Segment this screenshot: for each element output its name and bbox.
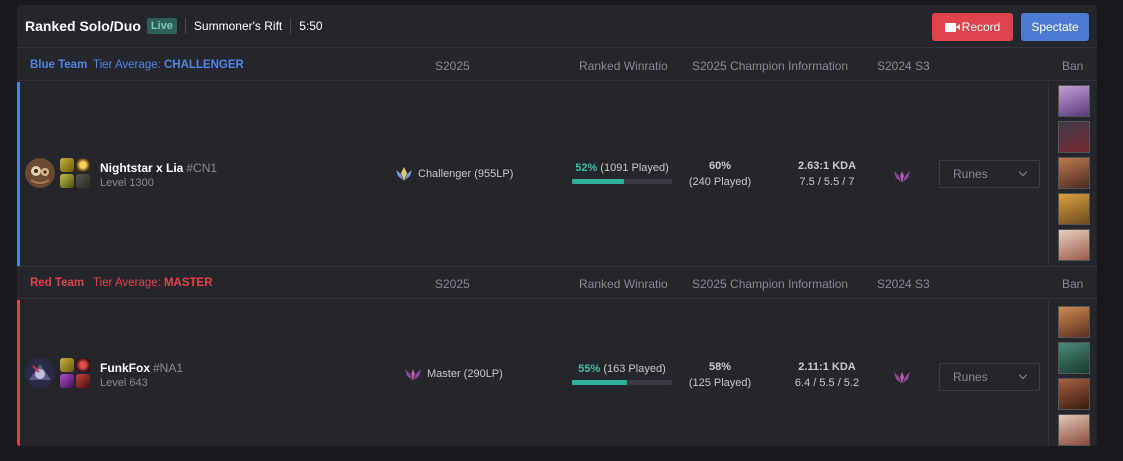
live-game-panel: Ranked Solo/Duo Live Summoner's Rift 5:5… bbox=[17, 5, 1097, 446]
chevron-down-icon bbox=[1018, 370, 1028, 380]
runes-dropdown[interactable]: Runes bbox=[939, 160, 1040, 188]
col-ban: Ban bbox=[1062, 59, 1084, 73]
spell-icon bbox=[60, 358, 74, 372]
ignite-icon bbox=[76, 158, 90, 172]
header-divider bbox=[184, 18, 186, 34]
champion-winrate: 60% (240 Played) bbox=[688, 160, 752, 188]
master-emblem-icon bbox=[894, 372, 910, 384]
banned-champion-icon bbox=[1058, 229, 1090, 261]
blue-team-header: Blue Team Tier Average: CHALLENGER S2025… bbox=[17, 49, 1097, 81]
queue-type: Ranked Solo/Duo bbox=[25, 18, 141, 34]
tier-average-value: CHALLENGER bbox=[163, 59, 244, 71]
ignite-icon bbox=[76, 358, 90, 372]
col-prev-season: S2024 S3 bbox=[877, 59, 930, 73]
ban-list bbox=[1048, 82, 1097, 267]
team-stripe bbox=[17, 82, 20, 266]
map-name: Summoner's Rift bbox=[193, 19, 283, 33]
tier-average-value: MASTER bbox=[163, 277, 213, 289]
banned-champion-icon bbox=[1058, 378, 1090, 410]
banned-champion-icon bbox=[1058, 414, 1090, 446]
header-divider bbox=[290, 18, 292, 34]
col-season: S2025 bbox=[435, 59, 470, 73]
player-level: Level 643 bbox=[100, 377, 148, 389]
col-champ-info: S2025 Champion Information bbox=[692, 277, 849, 291]
col-ban: Ban bbox=[1062, 277, 1084, 291]
rank-display: Master (290LP) bbox=[404, 366, 503, 382]
banned-champion-icon bbox=[1058, 157, 1090, 189]
banned-champion-icon bbox=[1058, 121, 1090, 153]
record-label: Record bbox=[961, 20, 1001, 34]
banned-champion-icon bbox=[1058, 85, 1090, 117]
camera-icon bbox=[944, 22, 960, 32]
team-name: Blue Team bbox=[30, 59, 88, 71]
rank-display: Challenger (955LP) bbox=[395, 166, 513, 182]
champion-winrate: 58% (125 Played) bbox=[688, 361, 752, 389]
game-timer: 5:50 bbox=[299, 19, 323, 33]
spell-icon bbox=[60, 158, 74, 172]
champion-icon bbox=[25, 358, 55, 388]
challenger-emblem-icon bbox=[396, 167, 412, 181]
rune-icon bbox=[60, 174, 74, 188]
team-stripe bbox=[17, 300, 20, 446]
chevron-down-icon bbox=[1018, 167, 1028, 177]
master-emblem-icon bbox=[894, 171, 910, 183]
ranked-winrate: 55% (163 Played) bbox=[578, 363, 666, 375]
col-prev-season: S2024 S3 bbox=[877, 277, 930, 291]
banned-champion-icon bbox=[1058, 306, 1090, 338]
player-tag: #CN1 bbox=[186, 161, 218, 175]
banned-champion-icon bbox=[1058, 342, 1090, 374]
winrate-bar bbox=[572, 380, 672, 385]
winrate-bar bbox=[572, 179, 672, 184]
player-name[interactable]: FunkFox #NA1 bbox=[100, 361, 183, 375]
spectate-button[interactable]: Spectate bbox=[1021, 13, 1089, 41]
summoner-spells bbox=[60, 358, 90, 388]
runes-dropdown[interactable]: Runes bbox=[939, 363, 1040, 391]
ban-list bbox=[1048, 300, 1097, 446]
banned-champion-icon bbox=[1058, 193, 1090, 225]
rune-secondary-icon bbox=[76, 374, 90, 388]
col-champ-info: S2025 Champion Information bbox=[692, 59, 849, 73]
player-tag: #NA1 bbox=[153, 361, 184, 375]
player-row: Nightstar x Lia #CN1 Level 1300 Challenge… bbox=[17, 82, 1097, 267]
champion-icon bbox=[25, 158, 55, 188]
rune-secondary-icon bbox=[76, 174, 90, 188]
col-winratio: Ranked Winratio bbox=[579, 59, 668, 73]
tier-average: Tier Average: MASTER bbox=[93, 277, 213, 289]
live-badge: Live bbox=[146, 18, 177, 34]
summoner-spells bbox=[60, 158, 90, 188]
red-team-header: Red Team Tier Average: MASTER S2025 Rank… bbox=[17, 267, 1097, 299]
champion-kda: 2.11:1 KDA 6.4 / 5.5 / 5.2 bbox=[794, 361, 860, 389]
tier-average: Tier Average: CHALLENGER bbox=[93, 59, 244, 71]
master-emblem-icon bbox=[405, 369, 421, 381]
team-name: Red Team bbox=[30, 277, 85, 289]
player-row: FunkFox #NA1 Level 643 Master (290LP) 55%… bbox=[17, 300, 1097, 446]
game-header: Ranked Solo/Duo Live Summoner's Rift 5:5… bbox=[17, 5, 1097, 48]
winrate-bar-fill bbox=[572, 179, 624, 184]
player-level: Level 1300 bbox=[100, 177, 154, 189]
col-winratio: Ranked Winratio bbox=[579, 277, 668, 291]
rank-text: Challenger (955LP) bbox=[418, 168, 514, 180]
record-button[interactable]: Record bbox=[932, 13, 1013, 41]
player-name[interactable]: Nightstar x Lia #CN1 bbox=[100, 161, 217, 175]
rank-text: Master (290LP) bbox=[427, 368, 503, 380]
col-season: S2025 bbox=[435, 277, 470, 291]
champion-kda: 2.63:1 KDA 7.5 / 5.5 / 7 bbox=[797, 160, 857, 188]
rune-icon bbox=[60, 374, 74, 388]
ranked-winrate: 52% (1091 Played) bbox=[575, 162, 669, 174]
winrate-bar-fill bbox=[572, 380, 627, 385]
